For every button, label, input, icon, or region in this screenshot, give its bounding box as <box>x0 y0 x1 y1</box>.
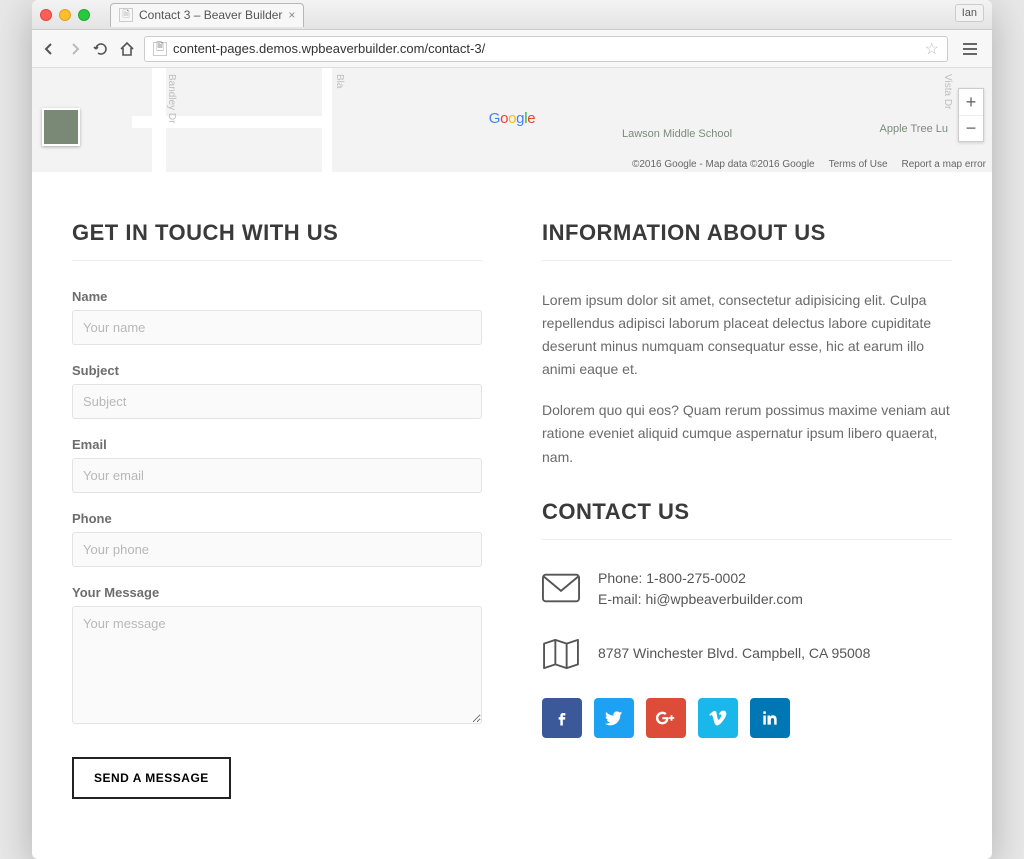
contact-row-address: 8787 Winchester Blvd. Campbell, CA 95008 <box>542 638 952 670</box>
browser-tab[interactable]: 🗎 Contact 3 – Beaver Builder × <box>110 3 304 27</box>
back-button[interactable] <box>40 40 58 58</box>
name-label: Name <box>72 289 482 304</box>
about-paragraph: Lorem ipsum dolor sit amet, consectetur … <box>542 289 952 381</box>
vimeo-link[interactable] <box>698 698 738 738</box>
message-textarea[interactable] <box>72 606 482 724</box>
forward-button[interactable] <box>66 40 84 58</box>
contact-phone: Phone: 1-800-275-0002 <box>598 568 803 589</box>
twitter-link[interactable] <box>594 698 634 738</box>
map-report-link[interactable]: Report a map error <box>902 159 986 170</box>
close-tab-icon[interactable]: × <box>288 8 295 22</box>
social-links <box>542 698 952 738</box>
zoom-in-button[interactable]: + <box>959 89 983 115</box>
linkedin-link[interactable] <box>750 698 790 738</box>
google-plus-link[interactable] <box>646 698 686 738</box>
maximize-window-button[interactable] <box>78 9 90 21</box>
address-bar[interactable]: 🗎 content-pages.demos.wpbeaverbuilder.co… <box>144 36 948 62</box>
map-copyright: ©2016 Google - Map data ©2016 Google <box>632 159 815 170</box>
url-text: content-pages.demos.wpbeaverbuilder.com/… <box>173 41 919 56</box>
send-message-button[interactable]: SEND A MESSAGE <box>72 757 231 799</box>
browser-window: 🗎 Contact 3 – Beaver Builder × Ian 🗎 con… <box>32 0 992 859</box>
map-poi-label: Lawson Middle School <box>622 128 732 140</box>
contact-row-phone-email: Phone: 1-800-275-0002 E-mail: hi@wpbeave… <box>542 568 952 610</box>
info-column: INFORMATION ABOUT US Lorem ipsum dolor s… <box>542 220 952 799</box>
bookmark-star-icon[interactable]: ☆ <box>925 39 939 59</box>
name-field: Name <box>72 289 482 345</box>
contact-heading: CONTACT US <box>542 499 952 540</box>
contact-address: 8787 Winchester Blvd. Campbell, CA 95008 <box>598 643 870 664</box>
message-label: Your Message <box>72 585 482 600</box>
window-titlebar: 🗎 Contact 3 – Beaver Builder × Ian <box>32 0 992 30</box>
profile-button[interactable]: Ian <box>955 4 984 22</box>
traffic-lights <box>40 9 90 21</box>
zoom-out-button[interactable]: − <box>959 115 983 141</box>
about-heading: INFORMATION ABOUT US <box>542 220 952 261</box>
name-input[interactable] <box>72 310 482 345</box>
subject-field: Subject <box>72 363 482 419</box>
map-terms-link[interactable]: Terms of Use <box>829 159 888 170</box>
map-icon <box>542 638 580 670</box>
hamburger-menu-button[interactable] <box>956 36 984 62</box>
minimize-window-button[interactable] <box>59 9 71 21</box>
email-field: Email <box>72 437 482 493</box>
contact-email: E-mail: hi@wpbeaverbuilder.com <box>598 589 803 610</box>
contact-text: Phone: 1-800-275-0002 E-mail: hi@wpbeave… <box>598 568 803 610</box>
phone-input[interactable] <box>72 532 482 567</box>
page-content: GET IN TOUCH WITH US Name Subject Email … <box>32 172 992 859</box>
form-heading: GET IN TOUCH WITH US <box>72 220 482 261</box>
map-attribution: ©2016 Google - Map data ©2016 Google Ter… <box>632 159 986 170</box>
page-icon: 🗎 <box>153 42 167 56</box>
envelope-icon <box>542 573 580 605</box>
road-label: Bandley Dr <box>166 74 177 123</box>
about-paragraph: Dolorem quo qui eos? Quam rerum possimus… <box>542 399 952 468</box>
map-zoom-control: + − <box>958 88 984 142</box>
subject-label: Subject <box>72 363 482 378</box>
contact-form-column: GET IN TOUCH WITH US Name Subject Email … <box>72 220 482 799</box>
road-label: Bla <box>334 74 345 88</box>
map-poi-label: Apple Tree Lu <box>880 123 949 135</box>
phone-field: Phone <box>72 511 482 567</box>
email-label: Email <box>72 437 482 452</box>
page-favicon: 🗎 <box>119 8 133 22</box>
road-label: Vista Dr <box>942 74 953 109</box>
contact-us-section: CONTACT US Phone: 1-800-275-0002 E-mail:… <box>542 499 952 738</box>
close-window-button[interactable] <box>40 9 52 21</box>
reload-button[interactable] <box>92 40 110 58</box>
about-section: INFORMATION ABOUT US Lorem ipsum dolor s… <box>542 220 952 469</box>
streetview-thumbnail[interactable] <box>42 108 80 146</box>
message-field: Your Message <box>72 585 482 729</box>
home-button[interactable] <box>118 40 136 58</box>
subject-input[interactable] <box>72 384 482 419</box>
browser-toolbar: 🗎 content-pages.demos.wpbeaverbuilder.co… <box>32 30 992 68</box>
phone-label: Phone <box>72 511 482 526</box>
map-widget[interactable]: Bandley Dr Bla Vista Dr Google Lawson Mi… <box>32 68 992 172</box>
google-logo: Google <box>489 110 536 127</box>
facebook-link[interactable] <box>542 698 582 738</box>
tab-title: Contact 3 – Beaver Builder <box>139 8 282 22</box>
email-input[interactable] <box>72 458 482 493</box>
